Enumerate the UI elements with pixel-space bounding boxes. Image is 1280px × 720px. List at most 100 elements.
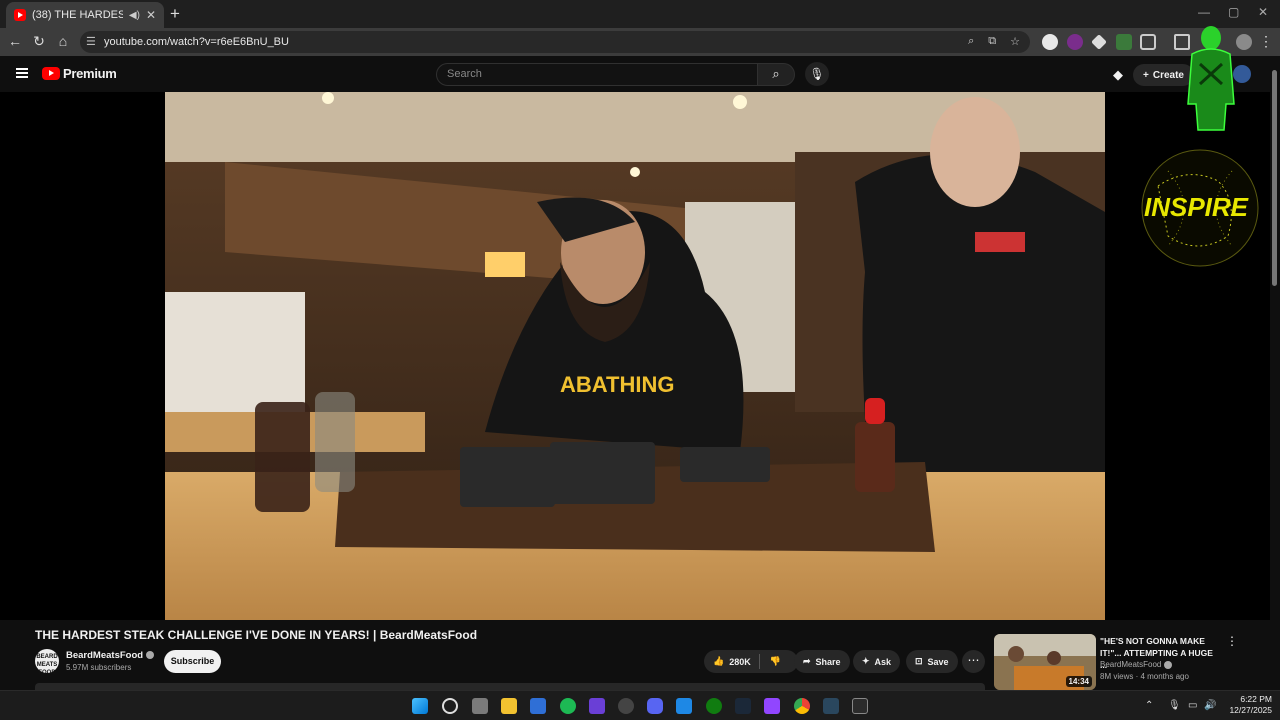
mail-icon[interactable] <box>676 698 692 714</box>
microsoft-store-icon[interactable] <box>530 698 546 714</box>
like-count: 280K <box>729 656 751 667</box>
create-label: Create <box>1152 69 1184 81</box>
like-button[interactable]: 👍 280K <box>713 656 751 667</box>
voice-search-button[interactable]: 🎙 <box>805 62 829 86</box>
tab-title: (38) THE HARDEST STEAK C <box>32 9 123 21</box>
more-actions-button[interactable]: ⋯ <box>962 650 985 673</box>
volume-tray-icon[interactable]: 🔊 <box>1204 700 1216 711</box>
channel-name[interactable]: BeardMeatsFood <box>66 650 155 661</box>
browser-tab-strip: (38) THE HARDEST STEAK C ◀) ✕ + — ▢ ✕ <box>0 0 1280 28</box>
video-player[interactable]: ABATHING <box>165 92 1105 620</box>
inspire-overlay-text: INSPIRE <box>1144 192 1249 222</box>
subscriber-count: 5.97M subscribers <box>66 663 132 672</box>
file-explorer-icon[interactable] <box>501 698 517 714</box>
save-label: Save <box>927 656 949 667</box>
extension-green-icon[interactable] <box>1116 34 1132 50</box>
page-scrollbar[interactable] <box>1270 60 1280 690</box>
extension-diamond-icon[interactable] <box>1091 34 1107 50</box>
related-video-meta: 8M views · 4 months ago <box>1100 672 1189 681</box>
extension-g-icon[interactable] <box>1042 34 1058 50</box>
windows-taskbar: ⌃ 🎙 ▭ 🔊 6:22 PM 12/27/2025 <box>0 690 1280 720</box>
task-view-icon[interactable] <box>472 698 488 714</box>
search-button[interactable]: ⌕ <box>757 63 795 86</box>
start-icon[interactable] <box>412 698 428 714</box>
verified-icon <box>1164 660 1173 669</box>
related-video-menu-icon[interactable]: ⋮ <box>1226 634 1238 648</box>
search-icon: ⌕ <box>772 66 780 81</box>
bookmark-icon: ⊡ <box>915 656 923 666</box>
subscribe-button[interactable]: Subscribe <box>164 650 221 673</box>
logo-text: Premium <box>63 66 117 81</box>
channel-name-text: BeardMeatsFood <box>66 650 144 661</box>
related-channel-name[interactable]: BeardMeatsFood <box>1100 660 1173 669</box>
steam-icon[interactable] <box>735 698 751 714</box>
clock-date: 12/27/2025 <box>1229 705 1272 715</box>
home-icon[interactable]: ⌂ <box>54 33 72 49</box>
youtube-favicon-icon <box>14 9 26 21</box>
epic-games-icon[interactable] <box>852 698 868 714</box>
reload-icon[interactable]: ↻ <box>30 33 48 50</box>
share-button[interactable]: ➦ Share <box>794 650 850 673</box>
mic-tray-icon[interactable]: 🎙 <box>1168 700 1181 711</box>
maximize-button[interactable]: ▢ <box>1228 5 1239 19</box>
related-channel-text: BeardMeatsFood <box>1100 660 1162 669</box>
thumbs-down-icon: 👎 <box>769 656 781 666</box>
obs-icon[interactable] <box>618 698 634 714</box>
tray-overflow-icon[interactable]: ⌃ <box>1145 700 1153 711</box>
browser-tab[interactable]: (38) THE HARDEST STEAK C ◀) ✕ <box>6 2 164 28</box>
premium-gem-icon[interactable]: ◆ <box>1113 67 1123 83</box>
like-divider <box>759 654 760 669</box>
zoom-icon[interactable]: ⌕ <box>968 35 974 48</box>
site-info-icon[interactable]: ☰ <box>86 35 96 48</box>
back-icon[interactable]: ← <box>6 33 24 49</box>
video-title: THE HARDEST STEAK CHALLENGE I'VE DONE IN… <box>35 628 478 642</box>
video-duration: 14:34 <box>1065 676 1092 687</box>
close-window-button[interactable]: ✕ <box>1258 5 1268 19</box>
svg-text:ABATHING: ABATHING <box>560 372 674 397</box>
youtube-masthead: Premium Search ⌕ 🎙 ◆ + Create <box>0 56 1280 92</box>
browser-menu-icon[interactable]: ⋮ <box>1257 33 1275 50</box>
dislike-button[interactable]: 👎 <box>770 656 781 667</box>
verified-icon <box>146 651 155 660</box>
new-tab-button[interactable]: + <box>170 4 180 24</box>
steam-alt-icon[interactable] <box>823 698 839 714</box>
search-taskbar-icon[interactable] <box>442 698 458 714</box>
video-frame: ABATHING <box>165 92 1105 620</box>
extension-purple-icon[interactable] <box>1067 34 1083 50</box>
ellipsis-icon: ⋯ <box>967 653 980 667</box>
xbox-icon[interactable] <box>706 698 722 714</box>
search-input[interactable]: Search <box>436 63 758 86</box>
chrome-icon[interactable] <box>794 698 810 714</box>
microphone-icon: 🎙 <box>809 67 825 81</box>
bookmark-star-icon[interactable]: ☆ <box>1010 35 1020 48</box>
app-grid-icon[interactable] <box>589 698 605 714</box>
spotify-icon[interactable] <box>560 698 576 714</box>
channel-avatar[interactable]: BEARD MEATS FOOD <box>35 649 59 676</box>
share-icon: ➦ <box>803 656 811 666</box>
share-label: Share <box>815 656 841 667</box>
clock-time: 6:22 PM <box>1240 694 1272 704</box>
browser-toolbar: ← ↻ ⌂ ☰ youtube.com/watch?v=r6eE6BnU_BU … <box>0 28 1280 56</box>
youtube-logo[interactable]: Premium <box>42 66 117 81</box>
system-clock[interactable]: 6:22 PM 12/27/2025 <box>1222 694 1272 716</box>
url-text: youtube.com/watch?v=r6eE6BnU_BU <box>104 36 289 48</box>
discord-icon[interactable] <box>647 698 663 714</box>
speaker-icon[interactable]: ◀) <box>129 10 140 21</box>
minimize-button[interactable]: — <box>1198 5 1210 19</box>
inspire-globe-overlay-icon: INSPIRE <box>1141 149 1259 267</box>
like-dislike-group: 👍 280K 👎 <box>704 650 798 673</box>
plus-icon: + <box>1143 69 1149 81</box>
thumbs-up-icon: 👍 <box>713 656 725 666</box>
tab-close-icon[interactable]: ✕ <box>146 8 156 22</box>
save-button[interactable]: ⊡ Save <box>906 650 958 673</box>
network-tray-icon[interactable]: ▭ <box>1188 700 1197 711</box>
sparkle-icon: ✦ <box>862 656 870 666</box>
address-bar[interactable]: ☰ youtube.com/watch?v=r6eE6BnU_BU ⌕ ⧉ ☆ <box>80 31 1030 53</box>
related-video-thumbnail[interactable]: 14:34 <box>994 634 1096 690</box>
extensions-puzzle-icon[interactable] <box>1140 34 1156 50</box>
install-icon[interactable]: ⧉ <box>988 35 996 48</box>
twitch-icon[interactable] <box>764 698 780 714</box>
scrollbar-thumb[interactable] <box>1272 70 1277 286</box>
guide-menu-icon[interactable] <box>16 68 28 78</box>
ask-button[interactable]: ✦ Ask <box>853 650 901 673</box>
